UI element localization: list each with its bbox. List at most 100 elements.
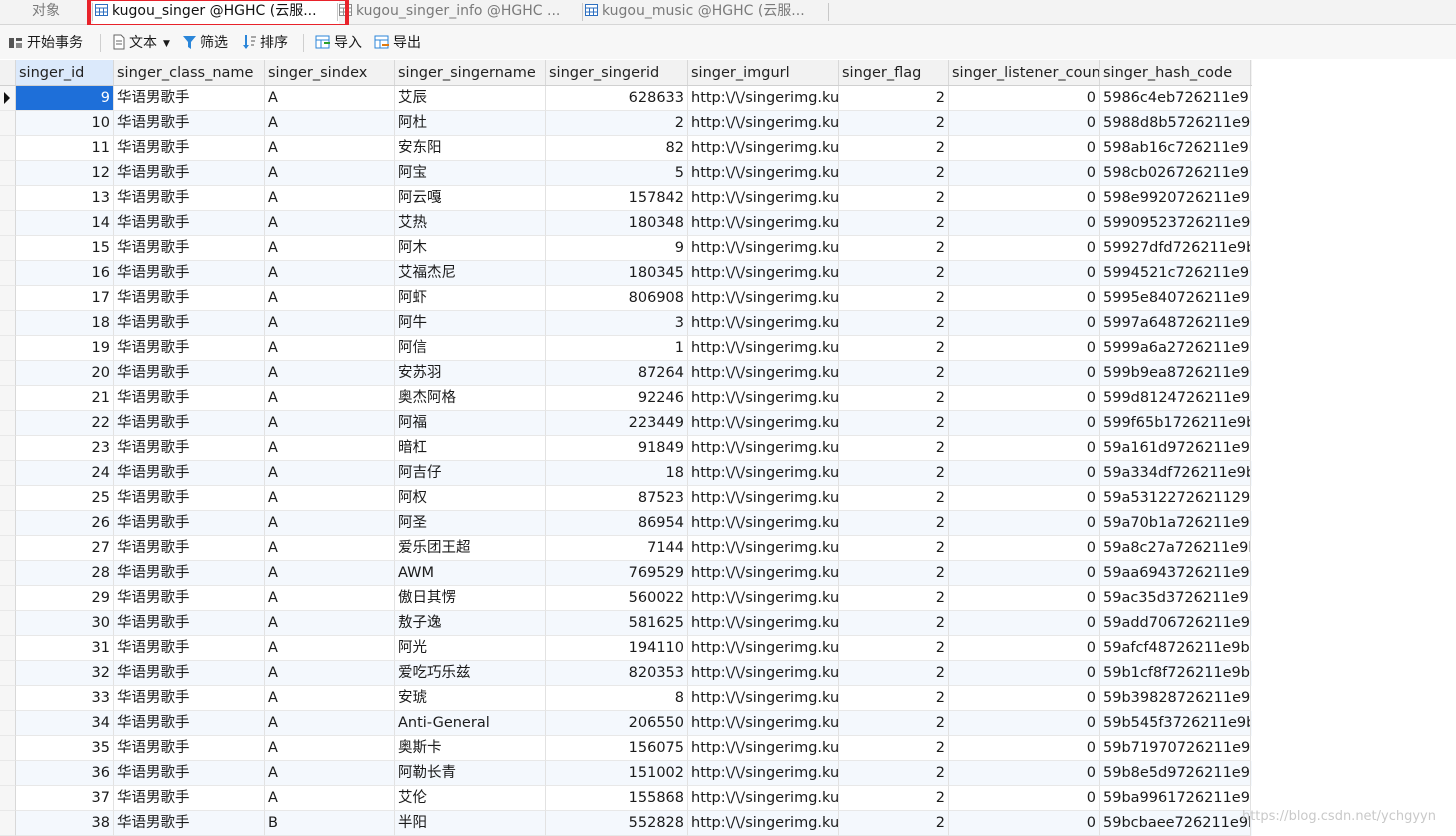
cell-singer-class-name[interactable]: 华语男歌手 xyxy=(114,561,265,586)
cell-singer-flag[interactable]: 2 xyxy=(839,511,949,536)
cell-singer-listener-count[interactable]: 0 xyxy=(949,161,1100,186)
cell-singer-id[interactable]: 34 xyxy=(16,711,114,736)
cell-singer-singerid[interactable]: 87523 xyxy=(546,486,688,511)
table-row[interactable]: 27 华语男歌手 A 爱乐团王超 7144 http:\/\/singerimg.ku 2 0… xyxy=(0,536,1252,561)
cell-singer-listener-count[interactable]: 0 xyxy=(949,511,1100,536)
cell-singer-singername[interactable]: 阿光 xyxy=(395,636,546,661)
cell-singer-hash-code[interactable]: 59a70b1a726211e9b xyxy=(1100,511,1251,536)
cell-singer-sindex[interactable]: A xyxy=(265,711,395,736)
cell-singer-hash-code[interactable]: 59ac35d3726211e9b xyxy=(1100,586,1251,611)
cell-singer-class-name[interactable]: 华语男歌手 xyxy=(114,261,265,286)
cell-singer-listener-count[interactable]: 0 xyxy=(949,86,1100,111)
cell-singer-flag[interactable]: 2 xyxy=(839,761,949,786)
table-row[interactable]: 38 华语男歌手 B 半阳 552828 http:\/\/singerimg.ku 2 0 5… xyxy=(0,811,1252,836)
cell-singer-singerid[interactable]: 180348 xyxy=(546,211,688,236)
cell-singer-listener-count[interactable]: 0 xyxy=(949,786,1100,811)
cell-singer-singerid[interactable]: 155868 xyxy=(546,786,688,811)
column-header-singer-class-name[interactable]: singer_class_name xyxy=(114,60,265,85)
cell-singer-class-name[interactable]: 华语男歌手 xyxy=(114,411,265,436)
cell-singer-singername[interactable]: 敖子逸 xyxy=(395,611,546,636)
table-row[interactable]: 26 华语男歌手 A 阿圣 86954 http:\/\/singerimg.ku 2 0 59… xyxy=(0,511,1252,536)
cell-singer-imgurl[interactable]: http:\/\/singerimg.ku xyxy=(688,436,839,461)
cell-singer-flag[interactable]: 2 xyxy=(839,286,949,311)
cell-singer-listener-count[interactable]: 0 xyxy=(949,711,1100,736)
row-gutter[interactable] xyxy=(0,236,16,261)
cell-singer-id[interactable]: 38 xyxy=(16,811,114,836)
cell-singer-singername[interactable]: AWM xyxy=(395,561,546,586)
cell-singer-imgurl[interactable]: http:\/\/singerimg.ku xyxy=(688,761,839,786)
cell-singer-listener-count[interactable]: 0 xyxy=(949,386,1100,411)
table-row[interactable]: 19 华语男歌手 A 阿信 1 http:\/\/singerimg.ku 2 0 5999a6… xyxy=(0,336,1252,361)
cell-singer-imgurl[interactable]: http:\/\/singerimg.ku xyxy=(688,786,839,811)
cell-singer-singername[interactable]: 阿宝 xyxy=(395,161,546,186)
cell-singer-class-name[interactable]: 华语男歌手 xyxy=(114,536,265,561)
cell-singer-singername[interactable]: 奥杰阿格 xyxy=(395,386,546,411)
cell-singer-flag[interactable]: 2 xyxy=(839,136,949,161)
cell-singer-singerid[interactable]: 8 xyxy=(546,686,688,711)
row-gutter[interactable] xyxy=(0,111,16,136)
cell-singer-sindex[interactable]: A xyxy=(265,211,395,236)
table-row[interactable]: 13 华语男歌手 A 阿云嘎 157842 http:\/\/singerimg.ku 2 0… xyxy=(0,186,1252,211)
cell-singer-sindex[interactable]: A xyxy=(265,611,395,636)
cell-singer-imgurl[interactable]: http:\/\/singerimg.ku xyxy=(688,211,839,236)
cell-singer-sindex[interactable]: A xyxy=(265,786,395,811)
cell-singer-hash-code[interactable]: 5995e840726211e9b xyxy=(1100,286,1251,311)
cell-singer-class-name[interactable]: 华语男歌手 xyxy=(114,461,265,486)
table-row[interactable]: 10 华语男歌手 A 阿杜 2 http:\/\/singerimg.ku 2 0 5988d8… xyxy=(0,111,1252,136)
cell-singer-sindex[interactable]: A xyxy=(265,561,395,586)
cell-singer-class-name[interactable]: 华语男歌手 xyxy=(114,711,265,736)
cell-singer-singerid[interactable]: 628633 xyxy=(546,86,688,111)
export-button[interactable]: 导出 xyxy=(374,33,421,53)
cell-singer-id[interactable]: 33 xyxy=(16,686,114,711)
cell-singer-sindex[interactable]: A xyxy=(265,511,395,536)
cell-singer-imgurl[interactable]: http:\/\/singerimg.ku xyxy=(688,411,839,436)
cell-singer-class-name[interactable]: 华语男歌手 xyxy=(114,361,265,386)
table-row[interactable]: 29 华语男歌手 A 傲日其愣 560022 http:\/\/singerimg.ku 2… xyxy=(0,586,1252,611)
cell-singer-flag[interactable]: 2 xyxy=(839,411,949,436)
cell-singer-class-name[interactable]: 华语男歌手 xyxy=(114,311,265,336)
row-gutter[interactable] xyxy=(0,386,16,411)
cell-singer-imgurl[interactable]: http:\/\/singerimg.ku xyxy=(688,661,839,686)
cell-singer-listener-count[interactable]: 0 xyxy=(949,136,1100,161)
table-row[interactable]: 17 华语男歌手 A 阿虾 806908 http:\/\/singerimg.ku 2 0 5… xyxy=(0,286,1252,311)
cell-singer-flag[interactable]: 2 xyxy=(839,236,949,261)
cell-singer-sindex[interactable]: A xyxy=(265,536,395,561)
row-gutter[interactable] xyxy=(0,461,16,486)
cell-singer-flag[interactable]: 2 xyxy=(839,386,949,411)
cell-singer-imgurl[interactable]: http:\/\/singerimg.ku xyxy=(688,136,839,161)
cell-singer-sindex[interactable]: A xyxy=(265,386,395,411)
tab-kugou-singer-info[interactable]: kugou_singer_info @HGHC ... xyxy=(339,0,581,24)
cell-singer-flag[interactable]: 2 xyxy=(839,361,949,386)
cell-singer-listener-count[interactable]: 0 xyxy=(949,411,1100,436)
cell-singer-flag[interactable]: 2 xyxy=(839,161,949,186)
cell-singer-flag[interactable]: 2 xyxy=(839,186,949,211)
cell-singer-singername[interactable]: 阿福 xyxy=(395,411,546,436)
row-gutter[interactable] xyxy=(0,361,16,386)
cell-singer-listener-count[interactable]: 0 xyxy=(949,486,1100,511)
cell-singer-listener-count[interactable]: 0 xyxy=(949,561,1100,586)
cell-singer-imgurl[interactable]: http:\/\/singerimg.ku xyxy=(688,811,839,836)
cell-singer-class-name[interactable]: 华语男歌手 xyxy=(114,661,265,686)
cell-singer-sindex[interactable]: A xyxy=(265,111,395,136)
row-gutter[interactable] xyxy=(0,686,16,711)
cell-singer-singername[interactable]: 暗杠 xyxy=(395,436,546,461)
cell-singer-singername[interactable]: 安东阳 xyxy=(395,136,546,161)
cell-singer-listener-count[interactable]: 0 xyxy=(949,461,1100,486)
column-header-singer-id[interactable]: singer_id xyxy=(16,60,114,85)
table-row[interactable]: 16 华语男歌手 A 艾福杰尼 180345 http:\/\/singerimg.ku 2… xyxy=(0,261,1252,286)
cell-singer-listener-count[interactable]: 0 xyxy=(949,661,1100,686)
cell-singer-id[interactable]: 12 xyxy=(16,161,114,186)
cell-singer-id[interactable]: 36 xyxy=(16,761,114,786)
cell-singer-imgurl[interactable]: http:\/\/singerimg.ku xyxy=(688,311,839,336)
cell-singer-hash-code[interactable]: 5988d8b5726211e9b xyxy=(1100,111,1251,136)
cell-singer-singerid[interactable]: 18 xyxy=(546,461,688,486)
cell-singer-id[interactable]: 19 xyxy=(16,336,114,361)
cell-singer-listener-count[interactable]: 0 xyxy=(949,761,1100,786)
cell-singer-class-name[interactable]: 华语男歌手 xyxy=(114,86,265,111)
cell-singer-sindex[interactable]: A xyxy=(265,636,395,661)
cell-singer-imgurl[interactable]: http:\/\/singerimg.ku xyxy=(688,561,839,586)
cell-singer-singerid[interactable]: 9 xyxy=(546,236,688,261)
cell-singer-hash-code[interactable]: 59a8c27a726211e9b xyxy=(1100,536,1251,561)
cell-singer-sindex[interactable]: A xyxy=(265,86,395,111)
table-row[interactable]: 37 华语男歌手 A 艾伦 155868 http:\/\/singerimg.ku 2 0 5… xyxy=(0,786,1252,811)
